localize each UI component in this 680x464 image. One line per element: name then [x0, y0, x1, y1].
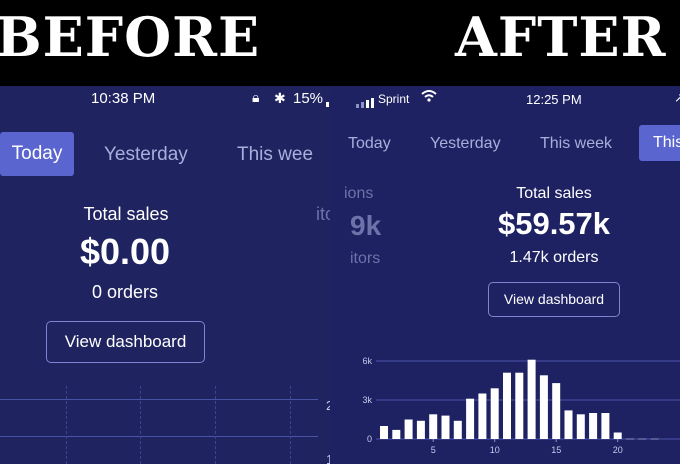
chart-bar [539, 375, 548, 439]
comparison-banner: BEFORE AFTER [0, 0, 680, 86]
chart-bar [441, 415, 450, 439]
chart-bar [552, 383, 561, 439]
chart-bar [576, 414, 585, 439]
battery-percent: 15% [293, 90, 324, 107]
tab-this-week[interactable]: This week [540, 135, 612, 153]
chart-bar [466, 398, 475, 439]
status-bar: 10:38 PM 🔒︎ ✱ 15% [0, 86, 352, 112]
gridline [0, 399, 318, 400]
chart-bar [429, 414, 438, 439]
chart-bar [404, 419, 413, 439]
signal-bars-icon [356, 95, 374, 112]
y-tick-label: 0 [367, 434, 372, 444]
y-tick-label: 6k [362, 356, 372, 366]
grid-vline [290, 386, 291, 464]
after-heading: AFTER [455, 5, 667, 69]
grid-vline [140, 386, 141, 464]
total-sales-value: $0.00 [79, 231, 171, 272]
chart-bar [589, 413, 598, 439]
status-time: 10:38 PM [91, 90, 156, 107]
location-icon: ↗ [674, 90, 680, 105]
x-tick-label: 5 [431, 445, 436, 455]
sessions-value-ghost: 9k [350, 210, 382, 241]
orders-count: 0 orders [91, 282, 159, 302]
x-tick-label: 10 [490, 445, 500, 455]
status-time: 12:25 PM [526, 92, 582, 107]
bluetooth-icon: ✱ [274, 90, 286, 106]
tab-this-week[interactable]: This wee [237, 144, 313, 166]
chart-bar [490, 388, 499, 439]
carrier-name: Sprint [378, 92, 410, 106]
tab-yesterday[interactable]: Yesterday [104, 144, 188, 166]
sessions-label-ghost: ions [344, 185, 374, 202]
chart-bar [392, 429, 401, 439]
y-tick-label: 3k [362, 395, 372, 405]
chart-bar [564, 410, 573, 439]
x-tick-label: 20 [613, 445, 623, 455]
tab-yesterday[interactable]: Yesterday [430, 135, 501, 153]
status-bar: Sprint 12:25 PM ↗ [330, 86, 680, 112]
total-sales-value: $59.57k [497, 206, 611, 241]
view-dashboard-button[interactable]: View dashboard [46, 321, 205, 363]
chart-bar [503, 372, 511, 439]
chart-bar [613, 432, 622, 439]
x-tick-label: 15 [551, 445, 561, 455]
before-screenshot: 10:38 PM 🔒︎ ✱ 15% Today Yesterday This w… [0, 86, 352, 464]
wifi-icon [421, 90, 437, 105]
chart-bar [380, 426, 388, 439]
orders-count: 1.47k orders [509, 249, 599, 266]
tab-this-month[interactable]: This [639, 125, 680, 161]
chart-bar [453, 420, 462, 439]
view-dashboard-button[interactable]: View dashboard [488, 282, 620, 317]
total-sales-label: Total sales [83, 204, 169, 224]
chart-bar [478, 393, 487, 439]
tab-today[interactable]: Today [0, 132, 74, 176]
tab-today[interactable]: Today [348, 135, 391, 153]
after-screenshot: Sprint 12:25 PM ↗ Today Yesterday This w… [330, 86, 680, 464]
rotation-lock-icon: 🔒︎ [252, 89, 260, 105]
visitors-label-ghost: itors [350, 250, 381, 267]
total-sales-label: Total sales [516, 185, 592, 202]
chart-bar [527, 359, 536, 439]
grid-vline [66, 386, 67, 464]
grid-vline [215, 386, 216, 464]
chart-bar [515, 372, 524, 439]
gridline [0, 436, 318, 437]
before-heading: BEFORE [0, 5, 261, 69]
chart-bar [416, 420, 425, 439]
chart-bar [601, 413, 610, 439]
sales-bar-chart: 6k 3k 0 5 10 15 20 [362, 356, 680, 455]
